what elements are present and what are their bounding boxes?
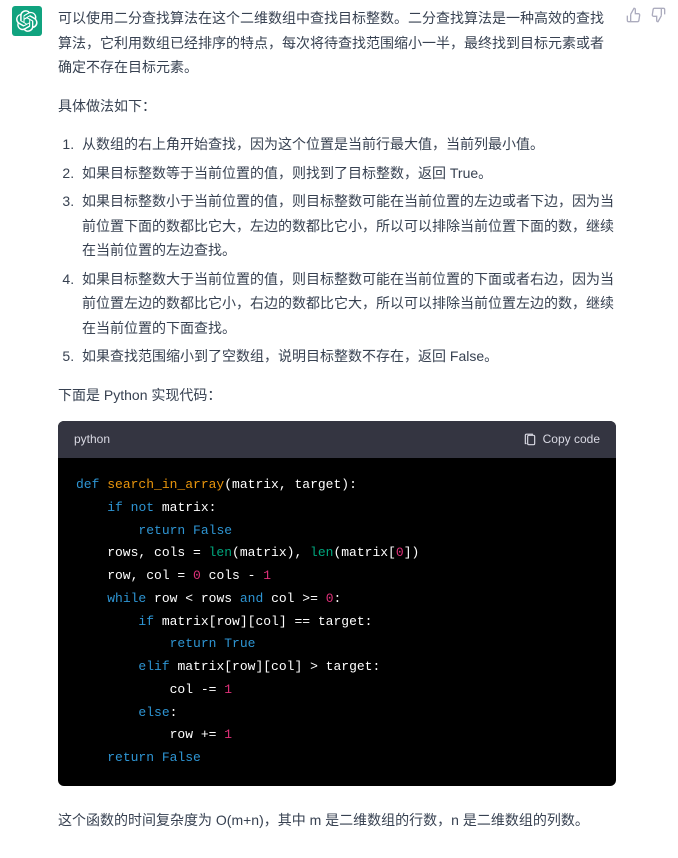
intro-paragraph: 可以使用二分查找算法在这个二维数组中查找目标整数。二分查找算法是一种高效的查找算… [58,6,616,80]
thumbs-up-icon [626,7,642,23]
copy-code-button[interactable]: Copy code [523,429,600,450]
code-language-label: python [74,429,110,450]
list-item: 从数组的右上角开始查找，因为这个位置是当前行最大值，当前列最小值。 [78,132,616,157]
feedback-actions [626,6,666,846]
list-item: 如果目标整数大于当前位置的值，则目标整数可能在当前位置的下面或者右边，因为当前位… [78,267,616,341]
assistant-avatar [12,6,42,36]
thumbs-up-button[interactable] [626,6,642,22]
thumbs-down-icon [650,7,666,23]
code-block: python Copy code def search_in_array(mat… [58,421,616,786]
clipboard-icon [523,433,537,447]
copy-code-label: Copy code [543,429,600,450]
list-item: 如果目标整数等于当前位置的值，则找到了目标整数，返回 True。 [78,161,616,186]
complexity-paragraph: 这个函数的时间复杂度为 O(m+n)，其中 m 是二维数组的行数，n 是二维数组… [58,808,616,833]
answer-body: 可以使用二分查找算法在这个二维数组中查找目标整数。二分查找算法是一种高效的查找算… [58,6,616,846]
list-item: 如果查找范围缩小到了空数组，说明目标整数不存在，返回 False。 [78,344,616,369]
thumbs-down-button[interactable] [650,6,666,22]
list-item: 如果目标整数小于当前位置的值，则目标整数可能在当前位置的左边或者下边，因为当前位… [78,189,616,263]
steps-list: 从数组的右上角开始查找，因为这个位置是当前行最大值，当前列最小值。 如果目标整数… [78,132,616,369]
steps-heading: 具体做法如下： [58,94,616,119]
code-intro: 下面是 Python 实现代码： [58,383,616,408]
code-content[interactable]: def search_in_array(matrix, target): if … [58,458,616,786]
openai-logo-icon [16,10,38,32]
